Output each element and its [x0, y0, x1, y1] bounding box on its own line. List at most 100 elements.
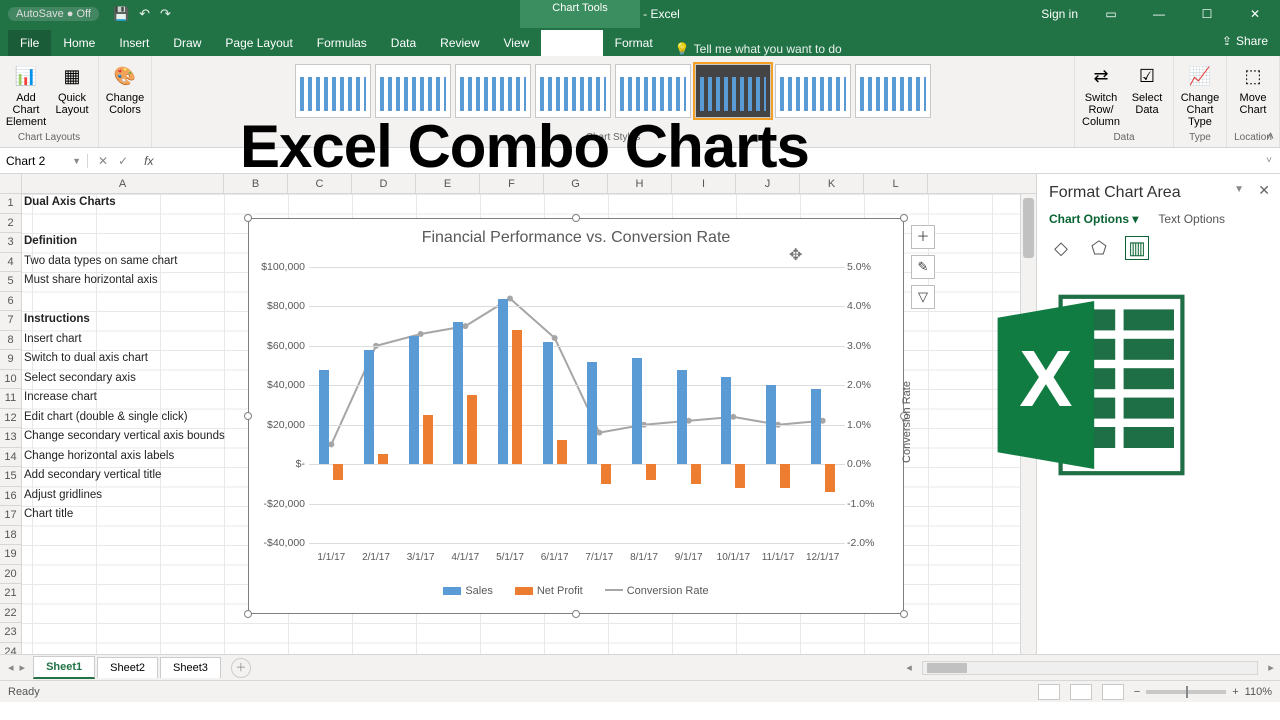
secondary-axis-title[interactable]: Conversion Rate	[901, 381, 913, 463]
tab-data[interactable]: Data	[379, 30, 428, 56]
tab-insert[interactable]: Insert	[107, 30, 161, 56]
tab-review[interactable]: Review	[428, 30, 491, 56]
effects-icon[interactable]: ⬠	[1087, 236, 1111, 260]
cancel-formula-icon[interactable]: ✕	[98, 154, 108, 168]
page-layout-view-icon[interactable]	[1070, 684, 1092, 700]
save-icon[interactable]: 💾	[113, 6, 129, 22]
sales-bar[interactable]	[319, 370, 329, 465]
sheet-tab-1[interactable]: Sheet1	[33, 656, 95, 679]
chart-elements-button[interactable]: ＋	[911, 225, 935, 249]
sales-bar[interactable]	[587, 362, 597, 465]
ribbon-options-icon[interactable]: ▭	[1096, 7, 1126, 21]
plot-area[interactable]	[309, 267, 845, 543]
netprofit-bar[interactable]	[780, 464, 790, 488]
enter-formula-icon[interactable]: ✓	[118, 154, 128, 168]
tab-format[interactable]: Format	[603, 30, 665, 56]
worksheet-grid[interactable]: ABCDEFGHIJKL 123456789101112131415161718…	[0, 174, 1036, 654]
tab-view[interactable]: View	[492, 30, 542, 56]
sales-bar[interactable]	[498, 299, 508, 465]
resize-handle[interactable]	[572, 214, 580, 222]
netprofit-bar[interactable]	[825, 464, 835, 492]
fill-line-icon[interactable]: ◇	[1049, 236, 1073, 260]
netprofit-bar[interactable]	[378, 454, 388, 464]
tell-me-search[interactable]: 💡 Tell me what you want to do	[675, 42, 842, 56]
pane-options-dropdown-icon[interactable]: ▼	[1234, 184, 1244, 195]
chart-style-5[interactable]	[615, 64, 691, 118]
netprofit-bar[interactable]	[423, 415, 433, 464]
sales-bar[interactable]	[364, 350, 374, 464]
chart-style-8[interactable]	[855, 64, 931, 118]
minimize-icon[interactable]: —	[1144, 7, 1174, 21]
zoom-in-icon[interactable]: +	[1232, 686, 1238, 698]
netprofit-bar[interactable]	[512, 330, 522, 464]
autosave-toggle[interactable]: AutoSave ● Off	[8, 7, 99, 21]
chart-style-1[interactable]	[295, 64, 371, 118]
netprofit-bar[interactable]	[601, 464, 611, 484]
new-sheet-button[interactable]: ＋	[231, 658, 251, 678]
tab-design[interactable]: Design	[541, 30, 602, 56]
chart-styles-button[interactable]: ✎	[911, 255, 935, 279]
text-options-tab[interactable]: Text Options	[1158, 212, 1225, 226]
select-data-button[interactable]: ☑Select Data	[1127, 60, 1167, 128]
sales-bar[interactable]	[721, 377, 731, 464]
collapse-ribbon-icon[interactable]: ˄	[1267, 129, 1274, 143]
sales-bar[interactable]	[543, 342, 553, 464]
name-box[interactable]: Chart 2▼	[0, 154, 88, 168]
zoom-out-icon[interactable]: −	[1134, 686, 1140, 698]
netprofit-bar[interactable]	[646, 464, 656, 480]
netprofit-bar[interactable]	[557, 440, 567, 464]
horizontal-scrollbar[interactable]: ◂▸	[900, 661, 1280, 675]
undo-icon[interactable]: ↶	[139, 6, 150, 22]
netprofit-bar[interactable]	[735, 464, 745, 488]
redo-icon[interactable]: ↷	[160, 6, 171, 22]
share-button[interactable]: ⇪ Share	[1222, 34, 1268, 48]
netprofit-bar[interactable]	[333, 464, 343, 480]
conversion-line[interactable]	[331, 299, 822, 445]
sales-bar[interactable]	[811, 389, 821, 464]
sales-bar[interactable]	[632, 358, 642, 464]
chart-options-tab[interactable]: Chart Options ▾	[1049, 212, 1138, 226]
sales-bar[interactable]	[409, 336, 419, 464]
chart-filters-button[interactable]: ▽	[911, 285, 935, 309]
signin-link[interactable]: Sign in	[1041, 7, 1078, 21]
sheet-tab-2[interactable]: Sheet2	[97, 657, 158, 678]
change-colors-button[interactable]: 🎨Change Colors	[105, 60, 145, 116]
add-chart-element-button[interactable]: 📊Add Chart Element	[6, 60, 46, 128]
resize-handle[interactable]	[572, 610, 580, 618]
zoom-level[interactable]: 110%	[1245, 686, 1272, 698]
sheet-nav-prev-icon[interactable]: ◂	[8, 661, 14, 674]
zoom-slider[interactable]	[1146, 690, 1226, 694]
tab-draw[interactable]: Draw	[161, 30, 213, 56]
sales-bar[interactable]	[766, 385, 776, 464]
switch-row-column-button[interactable]: ⇄Switch Row/ Column	[1081, 60, 1121, 128]
tab-file[interactable]: File	[8, 30, 51, 56]
fx-icon[interactable]: fx	[138, 154, 159, 168]
chart-legend[interactable]: Sales Net Profit Conversion Rate	[249, 585, 903, 597]
change-chart-type-button[interactable]: 📈Change Chart Type	[1180, 60, 1220, 128]
chart-style-4[interactable]	[535, 64, 611, 118]
page-break-view-icon[interactable]	[1102, 684, 1124, 700]
sales-bar[interactable]	[677, 370, 687, 465]
tab-formulas[interactable]: Formulas	[305, 30, 379, 56]
normal-view-icon[interactable]	[1038, 684, 1060, 700]
sheet-tab-3[interactable]: Sheet3	[160, 657, 221, 678]
row-headers[interactable]: 123456789101112131415161718192021222324	[0, 194, 22, 654]
pane-close-icon[interactable]: ✕	[1258, 182, 1270, 199]
resize-handle[interactable]	[244, 610, 252, 618]
netprofit-bar[interactable]	[691, 464, 701, 484]
close-icon[interactable]: ✕	[1240, 7, 1270, 21]
chart-style-3[interactable]	[455, 64, 531, 118]
resize-handle[interactable]	[900, 214, 908, 222]
resize-handle[interactable]	[244, 412, 252, 420]
tab-page-layout[interactable]: Page Layout	[213, 30, 304, 56]
sales-bar[interactable]	[453, 322, 463, 464]
resize-handle[interactable]	[244, 214, 252, 222]
tab-home[interactable]: Home	[51, 30, 107, 56]
move-chart-button[interactable]: ⬚Move Chart	[1233, 60, 1273, 116]
sheet-nav-next-icon[interactable]: ▸	[20, 661, 26, 674]
embedded-chart[interactable]: ✥ ＋ ✎ ▽ Financial Performance vs. Conver…	[248, 218, 904, 614]
chart-style-2[interactable]	[375, 64, 451, 118]
quick-layout-button[interactable]: ▦Quick Layout	[52, 60, 92, 128]
chart-title[interactable]: Financial Performance vs. Conversion Rat…	[249, 219, 903, 253]
netprofit-bar[interactable]	[467, 395, 477, 464]
